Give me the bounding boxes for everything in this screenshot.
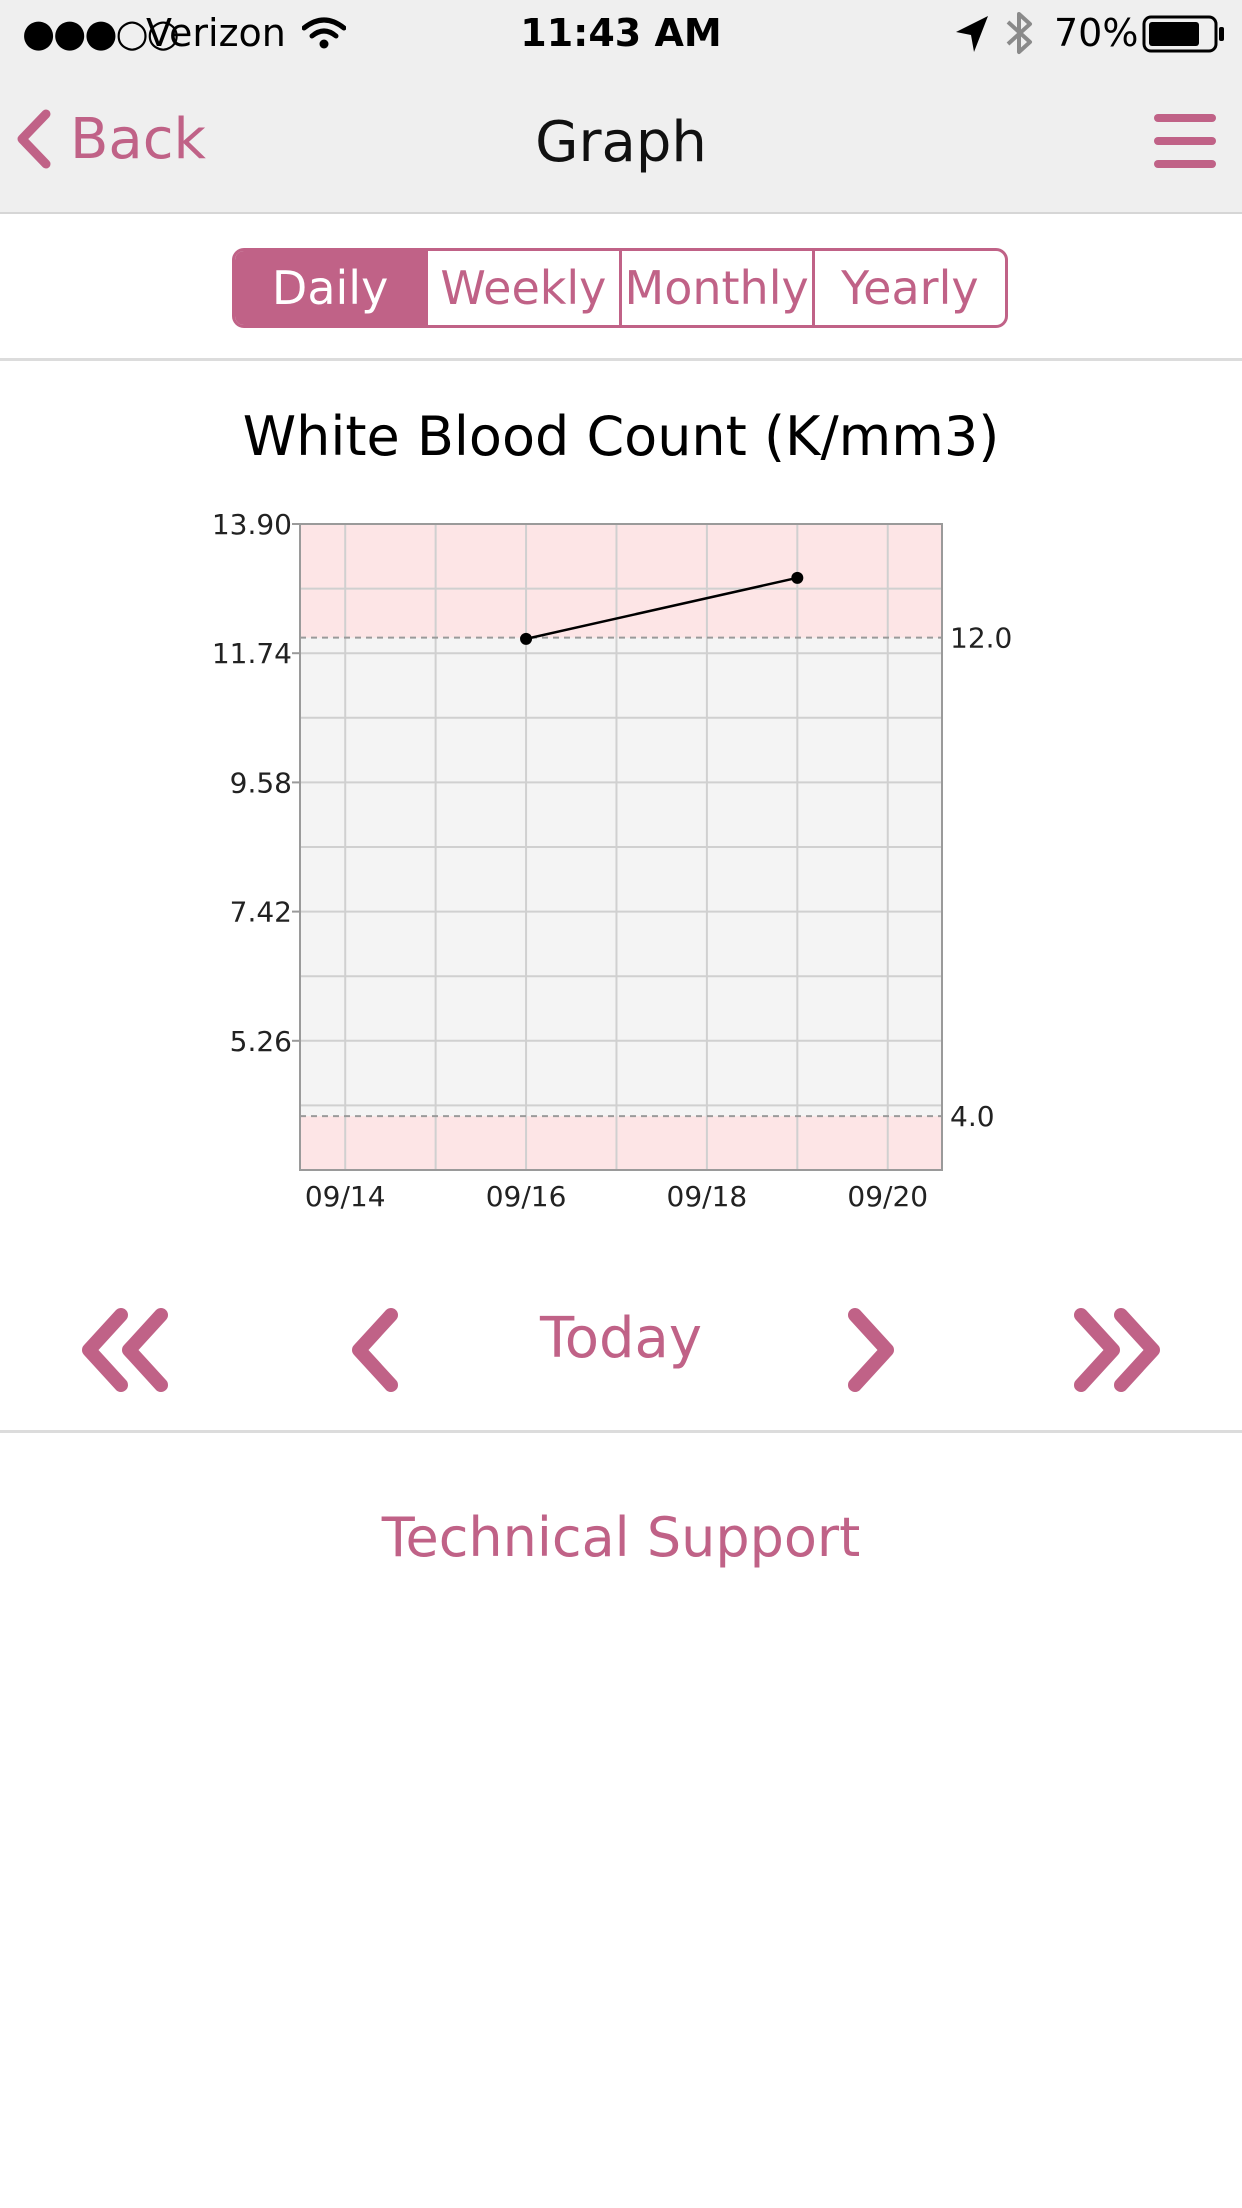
reference-line-label: 12.0	[950, 622, 1012, 655]
technical-support-link[interactable]: Technical Support	[0, 1506, 1242, 1569]
status-bar: ●●●○○ Verizon 11:43 AM 70%	[0, 0, 1242, 66]
x-tick-label: 09/16	[486, 1180, 567, 1213]
low-range-band	[300, 1116, 942, 1170]
today-button[interactable]: Today	[471, 1306, 771, 1371]
data-point	[520, 632, 533, 645]
chevron-right-icon	[848, 1308, 894, 1392]
double-chevron-right-icon	[1074, 1308, 1160, 1392]
chevron-left-icon	[352, 1308, 398, 1392]
double-chevron-left-icon	[82, 1308, 168, 1392]
y-tick-label: 9.58	[230, 766, 292, 799]
last-page-button[interactable]	[1052, 1290, 1182, 1410]
x-tick-label: 09/18	[667, 1180, 748, 1213]
y-tick-label: 13.90	[212, 508, 292, 541]
divider	[0, 358, 1242, 361]
segment-monthly[interactable]: Monthly	[618, 251, 812, 325]
y-tick-label: 7.42	[230, 896, 292, 929]
period-segmented-control: Daily Weekly Monthly Yearly	[232, 248, 1008, 328]
divider	[0, 1430, 1242, 1433]
segment-weekly[interactable]: Weekly	[425, 251, 618, 325]
data-point	[791, 571, 804, 584]
bluetooth-icon	[1006, 12, 1032, 54]
hamburger-menu-icon[interactable]	[1154, 114, 1218, 168]
y-tick-label: 11.74	[212, 637, 292, 670]
next-page-button[interactable]	[826, 1290, 916, 1410]
y-tick-label: 5.26	[230, 1025, 292, 1058]
segment-daily[interactable]: Daily	[235, 251, 426, 325]
x-tick-label: 09/20	[847, 1180, 928, 1213]
reference-line-label: 4.0	[950, 1100, 995, 1133]
navigation-bar: Back Graph	[0, 66, 1242, 214]
page-title: Graph	[535, 110, 707, 175]
white-blood-count-chart: 13.90 11.74 9.58 7.42 5.26 12.0 4.0 09/14 09/16 0…	[212, 508, 1013, 1213]
location-arrow-icon	[956, 16, 988, 52]
battery-percent: 70%	[1054, 11, 1139, 55]
battery-icon	[1142, 15, 1224, 53]
x-tick-label: 09/14	[305, 1180, 386, 1213]
chart-title: White Blood Count (K/mm3)	[242, 405, 1000, 468]
high-range-band	[300, 524, 942, 638]
previous-page-button[interactable]	[330, 1290, 420, 1410]
segment-yearly[interactable]: Yearly	[811, 251, 1005, 325]
first-page-button[interactable]	[60, 1290, 190, 1410]
